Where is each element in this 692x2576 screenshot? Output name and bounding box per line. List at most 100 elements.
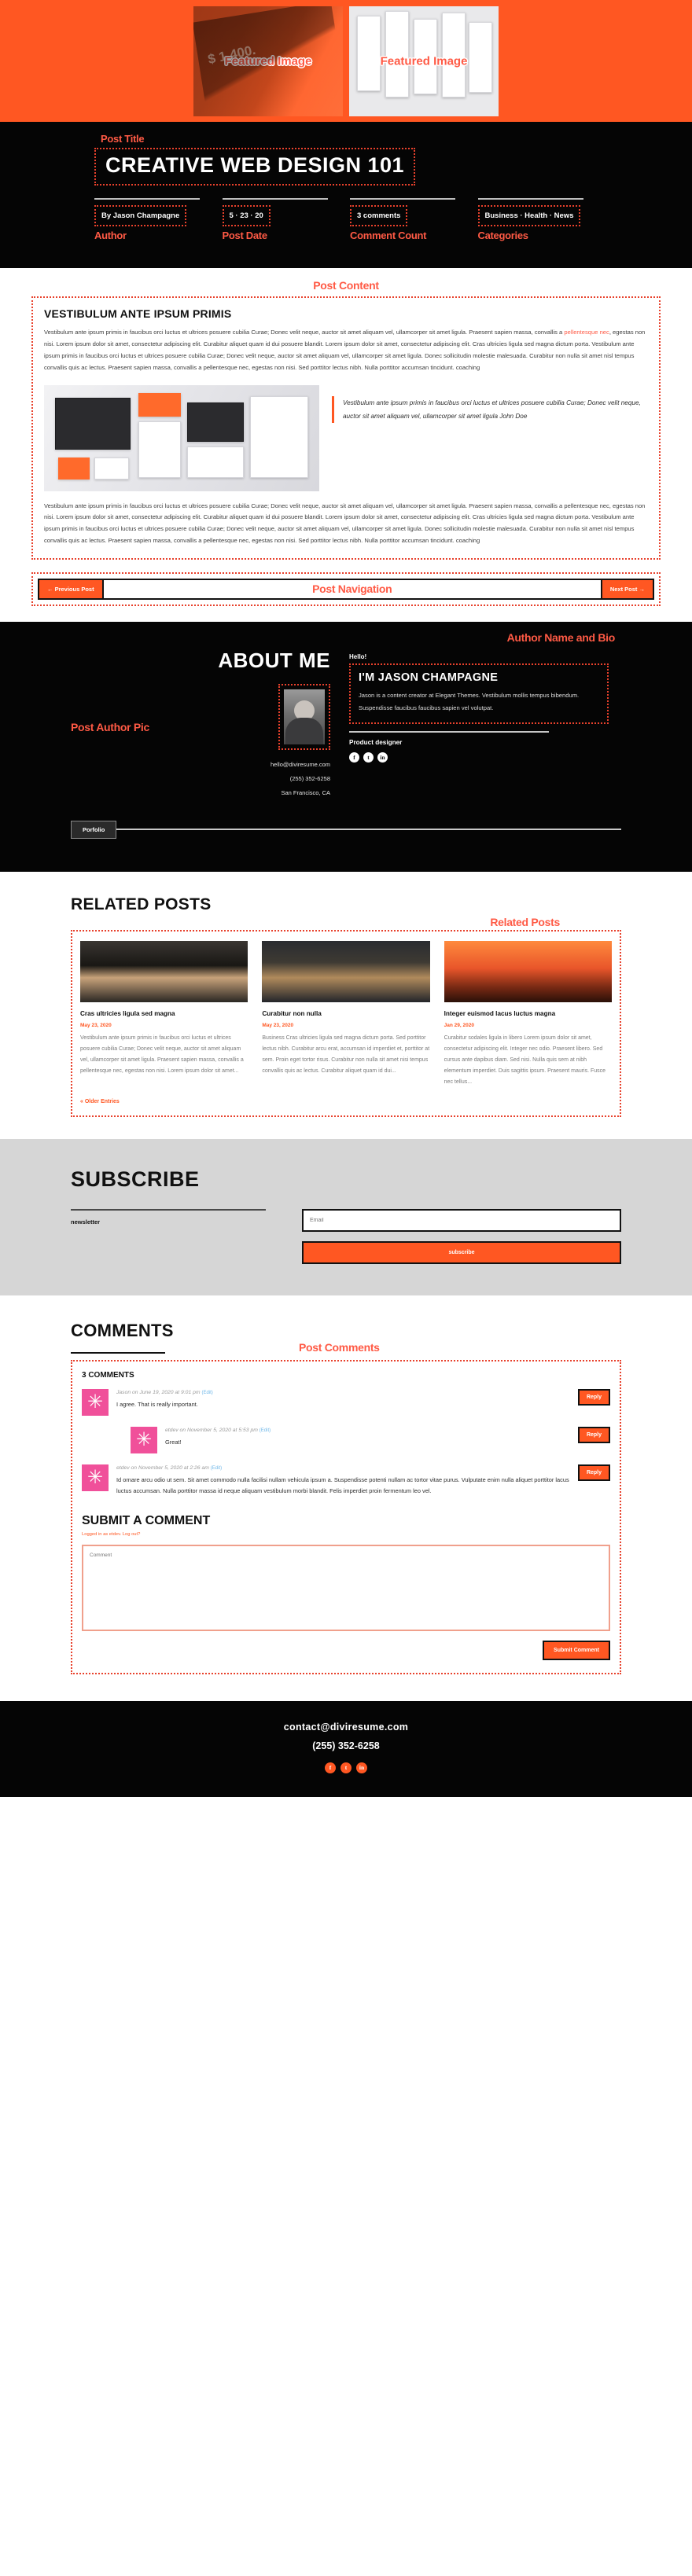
- related-post-date: Jan 29, 2020: [444, 1023, 474, 1029]
- related-posts-grid: Cras ultricies ligula sed magna May 23, …: [80, 940, 612, 1088]
- post-meta-date: 5 · 23 · 20 Post Date: [222, 197, 343, 241]
- subscribe-right: subscribe: [302, 1209, 621, 1265]
- comment-count-chip[interactable]: 3 comments: [350, 204, 408, 227]
- annotation-author-name-bio: Author Name and Bio: [506, 630, 616, 644]
- content-heading: VESTIBULUM ANTE IPSUM PRIMIS: [44, 307, 232, 321]
- divider: [116, 829, 621, 831]
- linkedin-icon[interactable]: in: [356, 1762, 367, 1773]
- annotation-post-navigation: Post Navigation: [312, 582, 392, 596]
- submit-comment-heading: SUBMIT A COMMENT: [82, 1513, 211, 1527]
- annotation-comment-count: Comment Count: [350, 230, 427, 242]
- subscribe-section: SUBSCRIBE newsletter subscribe: [0, 1139, 692, 1296]
- edit-link[interactable]: (Edit): [260, 1428, 271, 1433]
- about-me-section: ABOUT ME Post Author Pic hello@diviresum…: [0, 621, 692, 872]
- facebook-icon[interactable]: f: [325, 1762, 336, 1773]
- author-bio-text: Jason is a content creator at Elegant Th…: [359, 691, 580, 711]
- divider: [349, 730, 550, 733]
- related-post-title[interactable]: Curabitur non nulla: [262, 1009, 429, 1019]
- footer-phone: (255) 352-6258: [312, 1740, 380, 1751]
- featured-image-group: Featured Image Featured Image: [0, 0, 692, 116]
- divider: [71, 1352, 165, 1354]
- annotation-related-posts: Related Posts: [490, 915, 560, 928]
- submit-comment-button[interactable]: Submit Comment: [543, 1640, 610, 1660]
- related-post-title[interactable]: Integer euismod lacus luctus magna: [444, 1009, 612, 1019]
- author-avatar-wrapper: [278, 683, 330, 750]
- subscribe-left: newsletter: [71, 1209, 283, 1226]
- post-header: Post Title CREATIVE WEB DESIGN 101 By Ja…: [0, 122, 692, 269]
- footer-email[interactable]: contact@diviresume.com: [0, 1722, 692, 1733]
- post-title-wrapper: CREATIVE WEB DESIGN 101: [94, 148, 416, 186]
- post-navigation: ← Previous Post Post Navigation Next Pos…: [38, 578, 654, 600]
- related-post-card[interactable]: Curabitur non nulla May 23, 2020 Busines…: [262, 940, 430, 1088]
- twitter-icon[interactable]: t: [363, 751, 374, 763]
- related-post-excerpt: Business Cras ultricies ligula sed magna…: [262, 1035, 430, 1075]
- avatar: [131, 1427, 157, 1454]
- reply-button[interactable]: Reply: [577, 1427, 610, 1444]
- comment-item: etdev on November 5, 2020 at 2:26 am (Ed…: [82, 1464, 610, 1496]
- facebook-icon[interactable]: f: [349, 751, 359, 763]
- divider: [71, 1209, 267, 1211]
- comment-author-date: etdev on November 5, 2020 at 5:53 pm: [165, 1428, 258, 1434]
- annotation-post-title: Post Title: [101, 133, 145, 145]
- related-post-thumbnail: [80, 940, 248, 1002]
- featured-image-right: Featured Image: [349, 6, 499, 116]
- related-post-thumbnail: [444, 940, 612, 1002]
- content-paragraph-1: Vestibulum ante ipsum primis in faucibus…: [44, 327, 648, 373]
- content-media-row: Vestibulum ante ipsum primis in faucibus…: [44, 384, 648, 491]
- older-entries-link[interactable]: « Older Entries: [80, 1099, 612, 1104]
- author-name: I'M JASON CHAMPAGNE: [359, 671, 499, 684]
- edit-link[interactable]: (Edit): [201, 1391, 212, 1395]
- related-post-title[interactable]: Cras ultricies ligula sed magna: [80, 1009, 248, 1019]
- annotation-post-content: Post Content: [313, 279, 379, 292]
- twitter-icon[interactable]: t: [340, 1762, 352, 1773]
- comment-body: etdev on November 5, 2020 at 5:53 pm (Ed…: [165, 1427, 570, 1448]
- previous-post-button[interactable]: ← Previous Post: [39, 579, 104, 598]
- author-chip[interactable]: By Jason Champagne: [94, 204, 187, 227]
- blockquote-author: John Doe: [499, 412, 528, 420]
- email-field[interactable]: [302, 1209, 621, 1233]
- author-phone: (255) 352-6258: [289, 774, 330, 782]
- next-post-button[interactable]: Next Post →: [600, 579, 653, 598]
- footer: contact@diviresume.com (255) 352-6258 f …: [0, 1700, 692, 1797]
- comment-meta: etdev on November 5, 2020 at 2:26 am (Ed…: [116, 1465, 570, 1471]
- content-paragraph-2: Vestibulum ante ipsum primis in faucibus…: [44, 502, 646, 545]
- featured-image-section: Featured Image Featured Image: [0, 0, 692, 122]
- annotation-author: Author: [94, 230, 127, 242]
- subscribe-button[interactable]: subscribe: [302, 1241, 621, 1265]
- reply-button[interactable]: Reply: [577, 1464, 610, 1482]
- featured-image-label-left: Featured Image: [224, 54, 312, 68]
- related-post-card[interactable]: Integer euismod lacus luctus magna Jan 2…: [444, 940, 612, 1088]
- avatar: [82, 1464, 109, 1492]
- comment-author-date: Jason on June 19, 2020 at 9:01 pm: [116, 1390, 201, 1396]
- blockquote-text: Vestibulum ante ipsum primis in faucibus…: [343, 399, 641, 420]
- comment-text: Id ornare arcu odio ut sem. Sit amet com…: [116, 1476, 569, 1494]
- post-content-section: Post Content VESTIBULUM ANTE IPSUM PRIMI…: [0, 268, 692, 622]
- portfolio-row: Porfolio: [71, 820, 621, 839]
- annotation-categories: Categories: [477, 230, 529, 242]
- comment-text: I agree. That is really important.: [116, 1401, 198, 1409]
- pellentesque-link[interactable]: pellentesque nec: [564, 329, 609, 336]
- related-post-card[interactable]: Cras ultricies ligula sed magna May 23, …: [80, 940, 248, 1088]
- subscribe-row: newsletter subscribe: [71, 1209, 621, 1265]
- author-location: San Francisco, CA: [281, 788, 330, 796]
- avatar: [82, 1389, 109, 1417]
- edit-link[interactable]: (Edit): [211, 1466, 222, 1471]
- annotation-post-author-pic: Post Author Pic: [71, 720, 149, 733]
- logged-in-note[interactable]: Logged in as etdev. Log out?: [82, 1532, 610, 1537]
- post-navigation-box: ← Previous Post Post Navigation Next Pos…: [31, 571, 661, 606]
- categories-chip[interactable]: Business · Health · News: [477, 204, 581, 227]
- comment-item: etdev on November 5, 2020 at 5:53 pm (Ed…: [131, 1427, 610, 1454]
- author-email[interactable]: hello@diviresume.com: [71, 758, 330, 772]
- comment-textarea[interactable]: [82, 1544, 610, 1631]
- date-chip: 5 · 23 · 20: [222, 204, 271, 227]
- post-navigation-center: Post Navigation: [103, 579, 601, 598]
- about-heading: ABOUT ME: [218, 648, 330, 672]
- related-post-excerpt: Vestibulum ante ipsum primis in faucibus…: [80, 1035, 244, 1075]
- comment-text: Great!: [165, 1439, 182, 1446]
- reply-button[interactable]: Reply: [577, 1389, 610, 1406]
- post-meta-categories: Business · Health · News Categories: [477, 197, 598, 242]
- subscribe-heading: SUBSCRIBE: [71, 1167, 200, 1192]
- related-post-thumbnail: [262, 940, 430, 1002]
- portfolio-button[interactable]: Porfolio: [71, 820, 117, 839]
- linkedin-icon[interactable]: in: [377, 751, 388, 763]
